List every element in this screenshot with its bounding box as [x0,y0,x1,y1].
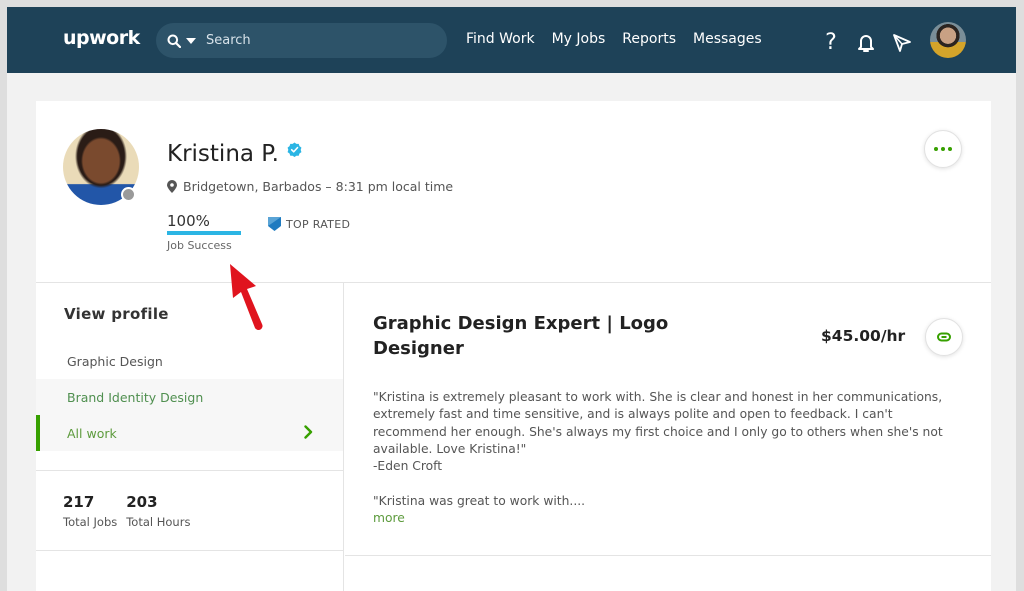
user-avatar[interactable] [930,22,966,58]
top-rated-shield-icon [268,217,281,231]
sidebar-item-all-work[interactable]: All work [36,415,343,451]
stat-total-hours: 203 Total Hours [126,493,190,529]
profile-card: Kristina P. Bridgetown, Barbados – 8:31 … [36,101,991,591]
job-success-bar-fill [167,231,241,235]
help-icon[interactable]: ? [819,30,843,56]
copy-link-button[interactable] [925,318,963,356]
nav-reports[interactable]: Reports [622,31,676,47]
stat-label: Total Hours [126,515,191,529]
stat-value: 203 [126,493,158,511]
location-pin-icon [167,180,177,193]
dot-icon [934,147,938,151]
stat-label: Total Jobs [63,515,118,529]
nav-my-jobs[interactable]: My Jobs [552,31,606,47]
header-icons: ? [819,22,966,58]
sidebar-item-graphic-design[interactable]: Graphic Design [36,343,343,379]
profile-name: Kristina P. [167,141,279,167]
sidebar-item-brand-identity-design[interactable]: Brand Identity Design [36,379,343,415]
sidebar-item-label: Brand Identity Design [67,389,204,405]
top-rated-label: TOP RATED [286,217,351,231]
sidebar-item-label: All work [67,425,117,441]
more-options-button[interactable] [924,130,962,168]
search-box[interactable] [156,23,447,58]
search-icon [167,34,181,48]
nav-messages[interactable]: Messages [693,31,762,47]
more-link[interactable]: more [373,510,405,527]
nav-find-work[interactable]: Find Work [466,31,535,47]
top-rated-badge[interactable]: TOP RATED [268,217,350,231]
search-type-dropdown-icon[interactable] [186,37,196,44]
job-success-bar [167,231,241,235]
annotation-arrow-icon [230,264,263,331]
stat-total-jobs: 217 Total Jobs [63,493,117,529]
job-success-label: Job Success [167,239,232,252]
job-success-score[interactable]: 100% Job Success [167,212,241,252]
sidebar-item-label: Graphic Design [67,353,163,369]
profile-name-row: Kristina P. [167,141,302,167]
profile-sidebar: View profile Graphic Design Brand Identi… [36,283,344,591]
offline-status-indicator [121,187,136,202]
verified-badge-icon [287,141,302,157]
link-icon [937,332,951,342]
sidebar-divider [36,550,343,551]
main-nav: Find Work My Jobs Reports Messages [466,31,762,47]
sidebar-divider [36,470,343,471]
location-text: Bridgetown, Barbados – 8:31 pm local tim… [183,179,454,194]
chevron-right-icon [304,425,313,439]
overview-text: "Kristina is extremely pleasant to work … [373,390,943,508]
job-success-value: 100% [167,212,210,230]
dot-icon [948,147,952,151]
dot-icon [941,147,945,151]
upwork-logo[interactable]: upwork [63,27,140,49]
profile-title: Graphic Design Expert | Logo Designer [373,313,669,359]
bell-icon[interactable] [854,30,878,56]
profile-main: Graphic Design Expert | Logo Designer $4… [345,283,991,591]
work-stats: 217 Total Jobs 203 Total Hours [63,493,190,529]
stat-value: 217 [63,493,95,511]
view-profile-heading: View profile [64,305,169,323]
profile-location: Bridgetown, Barbados – 8:31 pm local tim… [167,179,453,194]
hourly-rate: $45.00/hr [821,327,906,345]
top-navigation-bar: upwork Find Work My Jobs Reports Message… [7,7,1016,73]
profile-overview: "Kristina is extremely pleasant to work … [373,389,963,527]
search-input[interactable] [206,33,426,48]
section-divider [345,555,991,556]
send-icon[interactable] [890,30,914,56]
